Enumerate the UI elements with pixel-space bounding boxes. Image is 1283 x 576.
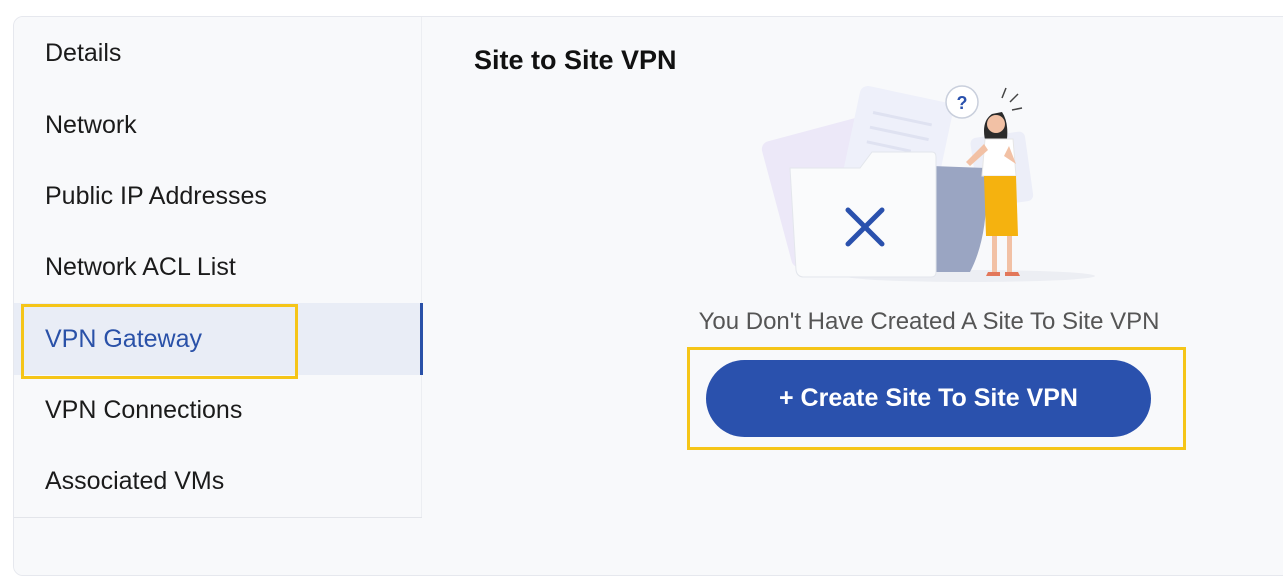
sidebar-item-vpn-connections[interactable]: VPN Connections	[14, 374, 422, 446]
sidebar-item-network[interactable]: Network	[14, 89, 422, 161]
sidebar-item-network-acl-list[interactable]: Network ACL List	[14, 231, 422, 303]
page-title: Site to Site VPN	[474, 45, 677, 75]
sidebar-item-label: VPN Connections	[45, 395, 243, 424]
create-site-to-site-vpn-button[interactable]: + Create Site To Site VPN	[706, 360, 1151, 437]
sidebar-item-details[interactable]: Details	[14, 17, 422, 89]
sidebar-item-label: Details	[45, 38, 122, 67]
sidebar-item-label: Associated VMs	[45, 466, 225, 495]
question-bubble-icon: ?	[945, 85, 979, 119]
sidebar-item-label: Network ACL List	[45, 252, 236, 281]
sidebar-item-label: Public IP Addresses	[45, 181, 267, 210]
svg-text:?: ?	[957, 93, 968, 113]
sidebar: Details Network Public IP Addresses Netw…	[14, 17, 423, 517]
sidebar-item-label: VPN Gateway	[45, 324, 203, 353]
empty-state-message: You Don't Have Created A Site To Site VP…	[698, 308, 1160, 335]
sidebar-item-associated-vms[interactable]: Associated VMs	[14, 445, 422, 517]
sidebar-footer	[14, 517, 422, 575]
empty-state-illustration: ?	[761, 85, 1095, 282]
sidebar-item-vpn-gateway[interactable]: VPN Gateway	[14, 303, 423, 375]
sidebar-item-public-ip-addresses[interactable]: Public IP Addresses	[14, 160, 422, 232]
sidebar-item-label: Network	[45, 110, 137, 139]
